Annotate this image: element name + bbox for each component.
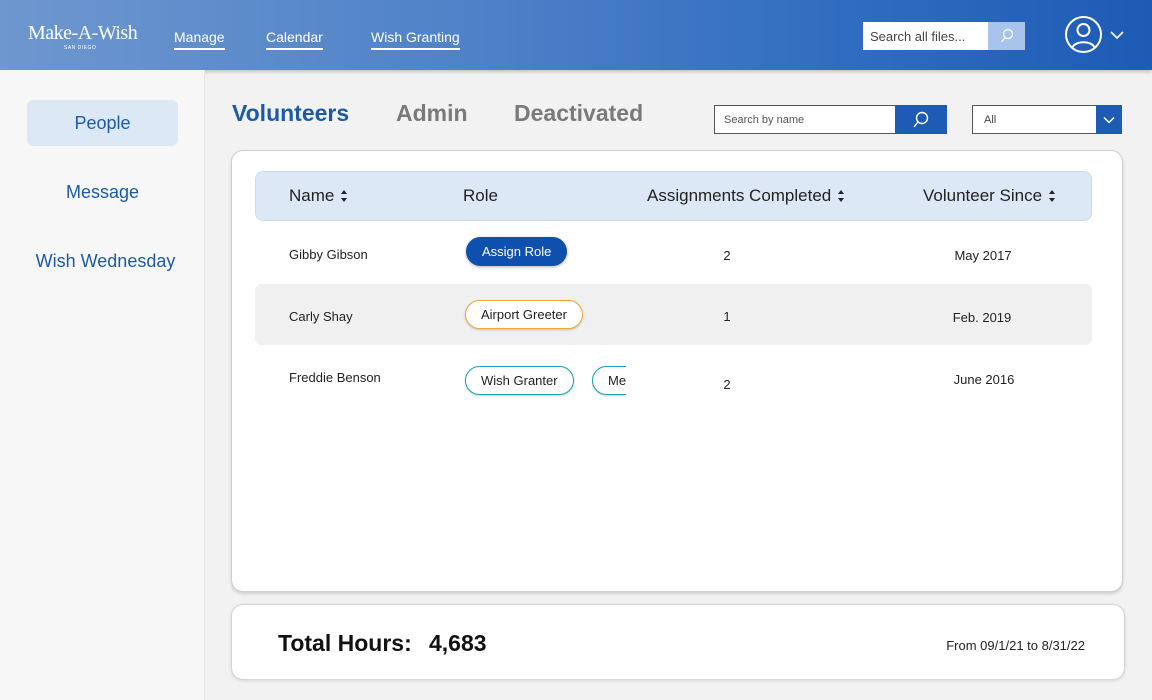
sort-icon[interactable]: [838, 190, 845, 202]
role-filter-select[interactable]: All: [972, 105, 1096, 134]
sidebar-item-people[interactable]: People: [27, 100, 178, 146]
role-chip-overflow: Me: [592, 366, 626, 398]
nav-calendar[interactable]: Calendar: [266, 29, 323, 50]
tab-deactivated[interactable]: Deactivated: [514, 100, 643, 127]
total-hours-value: 4,683: [429, 630, 487, 656]
volunteer-name[interactable]: Freddie Benson: [289, 370, 381, 385]
chevron-down-icon: [1103, 116, 1115, 124]
tab-volunteers[interactable]: Volunteers: [232, 100, 349, 127]
column-header-assignments[interactable]: Assignments Completed: [647, 186, 845, 206]
make-a-wish-logo[interactable]: Make-A-Wish: [28, 22, 138, 45]
sort-icon[interactable]: [341, 190, 348, 202]
volunteer-name[interactable]: Gibby Gibson: [289, 247, 368, 262]
volunteer-name[interactable]: Carly Shay: [289, 309, 353, 324]
sidebar-item-message[interactable]: Message: [27, 169, 178, 215]
name-search-input[interactable]: [714, 105, 895, 134]
global-search-input[interactable]: [863, 22, 988, 50]
column-header-label: Assignments Completed: [647, 186, 832, 205]
top-navigation-bar: Make-A-Wish SAN DIEGO Manage Calendar Wi…: [0, 0, 1152, 70]
user-avatar-icon[interactable]: [1065, 16, 1102, 53]
assignments-count: 2: [723, 377, 731, 392]
volunteer-since: May 2017: [954, 248, 1012, 263]
date-range: From 09/1/21 to 8/31/22: [946, 638, 1085, 653]
column-header-volunteer-since[interactable]: Volunteer Since: [923, 186, 1056, 206]
role-chip-airport-greeter[interactable]: Airport Greeter: [465, 300, 583, 329]
assignments-count: 2: [723, 248, 731, 263]
logo-subtitle: SAN DIEGO: [64, 45, 97, 51]
assignments-count: 1: [723, 309, 731, 324]
nav-wish-granting[interactable]: Wish Granting: [371, 29, 460, 50]
column-header-label: Name: [289, 186, 335, 205]
column-header-label: Volunteer Since: [923, 186, 1043, 205]
sort-icon[interactable]: [1049, 190, 1056, 202]
chevron-down-icon[interactable]: [1109, 28, 1125, 46]
column-header-label: Role: [463, 186, 498, 205]
volunteer-since: June 2016: [953, 372, 1015, 387]
name-search-button[interactable]: [895, 105, 947, 134]
filter-dropdown-button[interactable]: [1096, 105, 1122, 134]
assign-role-button[interactable]: Assign Role: [466, 237, 568, 266]
global-search-button[interactable]: [988, 22, 1025, 50]
column-header-role: Role: [463, 186, 498, 206]
tab-admin[interactable]: Admin: [396, 100, 468, 127]
role-chip-wish-granter[interactable]: Wish Granter: [465, 366, 574, 395]
total-hours-label: Total Hours:: [278, 630, 412, 656]
role-chip-truncated[interactable]: Me: [592, 366, 626, 395]
search-icon: [1000, 28, 1013, 43]
search-icon: [913, 111, 929, 127]
sidebar: [0, 70, 205, 700]
sidebar-item-wish-wednesday[interactable]: Wish Wednesday: [27, 238, 184, 284]
nav-manage[interactable]: Manage: [174, 29, 225, 50]
volunteer-since: Feb. 2019: [952, 310, 1012, 325]
column-header-name[interactable]: Name: [289, 186, 348, 206]
